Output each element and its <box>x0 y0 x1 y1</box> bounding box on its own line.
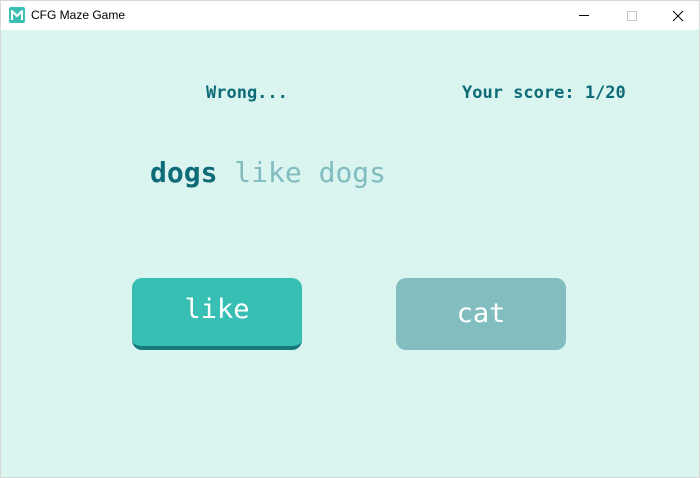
choice-button-cat[interactable]: cat <box>396 278 566 350</box>
window-title: CFG Maze Game <box>31 8 126 22</box>
current-word: dogs <box>150 156 218 189</box>
maximize-icon <box>627 11 637 21</box>
maze-app-icon <box>9 7 25 23</box>
choice-button-like[interactable]: like <box>132 278 302 350</box>
minimize-button[interactable] <box>561 1 607 30</box>
game-area: Wrong... Your score: 1/20 dogs like dogs… <box>1 30 699 477</box>
sentence-display: dogs like dogs <box>150 156 386 189</box>
maximize-button[interactable] <box>609 1 655 30</box>
title-bar[interactable]: CFG Maze Game <box>1 1 699 30</box>
close-button[interactable] <box>655 1 700 30</box>
minimize-icon <box>579 15 589 16</box>
close-icon <box>672 10 684 22</box>
remaining-words: like dogs <box>234 156 387 189</box>
app-window: CFG Maze Game Wrong... Your score: 1/20 … <box>0 0 700 478</box>
score-display: Your score: 1/20 <box>462 83 626 103</box>
feedback-status: Wrong... <box>206 83 288 103</box>
